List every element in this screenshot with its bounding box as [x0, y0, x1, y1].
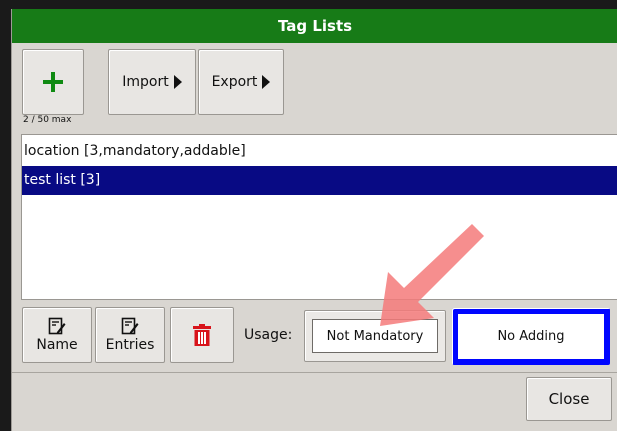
- edit-note-icon: [48, 317, 66, 335]
- import-label: Import: [122, 74, 169, 90]
- footer-divider: [12, 372, 617, 373]
- edit-note-icon: [121, 317, 139, 335]
- triangle-right-icon: [262, 75, 271, 89]
- triangle-right-icon: [173, 75, 182, 89]
- plus-icon: [43, 72, 63, 92]
- delete-button[interactable]: [170, 307, 234, 363]
- entries-button[interactable]: Entries: [95, 307, 165, 363]
- list-item-selected[interactable]: test list [3]: [22, 166, 617, 195]
- list-count: 2 / 50 max: [23, 115, 72, 125]
- import-button[interactable]: Import: [108, 49, 196, 115]
- usage-value: Not Mandatory: [312, 319, 438, 353]
- adding-value: No Adding: [458, 314, 604, 359]
- rename-button[interactable]: Name: [22, 307, 92, 363]
- export-button[interactable]: Export: [198, 49, 284, 115]
- entries-label: Entries: [105, 337, 155, 353]
- close-button[interactable]: Close: [526, 377, 612, 421]
- add-list-button[interactable]: [22, 49, 84, 115]
- dialog-title: Tag Lists: [12, 9, 617, 43]
- adding-selector[interactable]: No Adding: [452, 308, 610, 365]
- export-label: Export: [211, 74, 258, 90]
- trash-icon: [193, 324, 211, 346]
- list-item[interactable]: location [3,mandatory,addable]: [22, 137, 617, 166]
- rename-label: Name: [36, 337, 78, 353]
- screen-frame: Tag Lists Import Export 2 / 50 max locat…: [0, 0, 617, 431]
- tag-list[interactable]: location [3,mandatory,addable] test list…: [21, 134, 617, 300]
- usage-label: Usage:: [244, 327, 293, 343]
- usage-selector[interactable]: Not Mandatory: [304, 310, 446, 362]
- tag-lists-dialog: Tag Lists Import Export 2 / 50 max locat…: [11, 9, 617, 431]
